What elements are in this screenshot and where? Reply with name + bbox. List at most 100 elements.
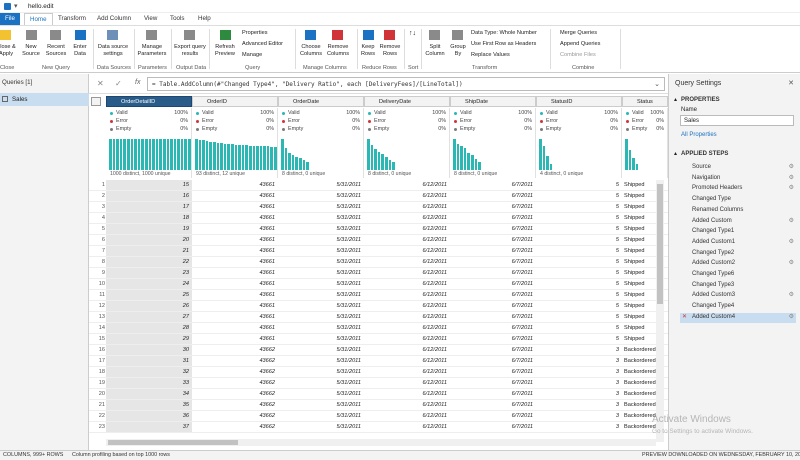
table-cell[interactable]: 6/12/2011: [364, 323, 447, 333]
table-cell[interactable]: 6/7/2011: [450, 378, 533, 388]
table-cell[interactable]: 28: [106, 323, 189, 333]
table-cell[interactable]: 5/31/2011: [278, 378, 361, 388]
table-cell[interactable]: 6/7/2011: [450, 301, 533, 311]
table-cell[interactable]: 5: [536, 312, 619, 322]
table-cell[interactable]: 6/12/2011: [364, 312, 447, 322]
table-cell[interactable]: 43662: [192, 389, 275, 399]
table-cell[interactable]: 5/31/2011: [278, 356, 361, 366]
table-cell[interactable]: Shipped: [624, 268, 645, 278]
column-header-orderdetailid[interactable]: OrderDetailID: [106, 96, 192, 107]
table-cell[interactable]: 15: [106, 180, 189, 190]
table-row[interactable]: 4 18 43661 5/31/2011 6/12/2011 6/7/2011 5 Shipp…: [89, 213, 668, 224]
table-cell[interactable]: 5/31/2011: [278, 224, 361, 234]
table-row[interactable]: 11 25 43661 5/31/2011 6/12/2011 6/7/2011 5 Ship…: [89, 290, 668, 301]
refresh-preview-button[interactable]: Refresh Preview: [210, 44, 240, 57]
table-cell[interactable]: 6/12/2011: [364, 422, 447, 432]
table-row[interactable]: 3 17 43661 5/31/2011 6/12/2011 6/7/2011 5 Shipp…: [89, 202, 668, 213]
table-row[interactable]: 15 29 43661 5/31/2011 6/12/2011 6/7/2011 5 Ship…: [89, 334, 668, 345]
append-queries-button[interactable]: Append Queries: [560, 41, 600, 48]
table-cell[interactable]: 43661: [192, 235, 275, 245]
table-cell[interactable]: 6/12/2011: [364, 268, 447, 278]
manage-parameters-button[interactable]: Manage Parameters: [134, 44, 170, 57]
step-settings-gear-icon[interactable]: ⚙: [789, 238, 794, 245]
table-cell[interactable]: 6/12/2011: [364, 367, 447, 377]
table-cell[interactable]: Backordered: [624, 411, 656, 421]
combine-files-button[interactable]: Combine Files: [560, 52, 596, 59]
table-cell[interactable]: 6/12/2011: [364, 180, 447, 190]
table-cell[interactable]: 43662: [192, 400, 275, 410]
table-cell[interactable]: Shipped: [624, 202, 645, 212]
table-cell[interactable]: Backordered: [624, 389, 656, 399]
table-cell[interactable]: Shipped: [624, 323, 645, 333]
close-apply-button[interactable]: Close & Apply: [0, 44, 16, 57]
table-cell[interactable]: 6/7/2011: [450, 279, 533, 289]
table-cell[interactable]: 3: [536, 356, 619, 366]
table-cell[interactable]: 6/7/2011: [450, 356, 533, 366]
tab-add-column[interactable]: Add Column: [97, 13, 131, 25]
table-cell[interactable]: 23: [106, 268, 189, 278]
table-cell[interactable]: 5/31/2011: [278, 312, 361, 322]
table-cell[interactable]: 6/7/2011: [450, 411, 533, 421]
table-cell[interactable]: Backordered: [624, 345, 656, 355]
step-settings-gear-icon[interactable]: ⚙: [789, 163, 794, 170]
table-cell[interactable]: 27: [106, 312, 189, 322]
applied-step[interactable]: Changed Type: [680, 195, 796, 205]
query-item-sales[interactable]: Sales: [0, 93, 89, 106]
table-cell[interactable]: 26: [106, 301, 189, 311]
remove-rows-button[interactable]: Remove Rows: [378, 44, 402, 57]
column-header-statusid[interactable]: StatusID: [536, 96, 622, 107]
table-cell[interactable]: 5/31/2011: [278, 180, 361, 190]
table-cell[interactable]: 43661: [192, 312, 275, 322]
commit-icon[interactable]: ✓: [115, 79, 122, 88]
table-cell[interactable]: 3: [536, 411, 619, 421]
table-cell[interactable]: Shipped: [624, 224, 645, 234]
table-cell[interactable]: 5/31/2011: [278, 279, 361, 289]
applied-step[interactable]: Navigation ⚙: [680, 174, 796, 184]
table-cell[interactable]: 5/31/2011: [278, 191, 361, 201]
table-cell[interactable]: 43662: [192, 367, 275, 377]
table-cell[interactable]: 43662: [192, 422, 275, 432]
table-cell[interactable]: 6/12/2011: [364, 257, 447, 267]
cancel-icon[interactable]: ✕: [97, 79, 104, 88]
table-cell[interactable]: 43661: [192, 257, 275, 267]
table-cell[interactable]: 6/12/2011: [364, 411, 447, 421]
delete-step-icon[interactable]: ✕: [682, 313, 687, 320]
first-row-headers-button[interactable]: Use First Row as Headers: [471, 41, 536, 48]
horizontal-scrollbar[interactable]: [106, 439, 656, 446]
table-cell[interactable]: 5: [536, 246, 619, 256]
table-cell[interactable]: 6/7/2011: [450, 290, 533, 300]
table-cell[interactable]: Backordered: [624, 378, 656, 388]
remove-columns-button[interactable]: Remove Columns: [324, 44, 352, 57]
table-cell[interactable]: Shipped: [624, 290, 645, 300]
table-cell[interactable]: 5/31/2011: [278, 290, 361, 300]
table-cell[interactable]: 5/31/2011: [278, 367, 361, 377]
name-input[interactable]: Sales: [680, 115, 794, 126]
table-cell[interactable]: 5: [536, 290, 619, 300]
table-cell[interactable]: 32: [106, 367, 189, 377]
column-header-status[interactable]: Status: [622, 96, 668, 107]
table-cell[interactable]: 43661: [192, 290, 275, 300]
choose-columns-button[interactable]: Choose Columns: [298, 44, 324, 57]
table-cell[interactable]: 43662: [192, 345, 275, 355]
table-cell[interactable]: Backordered: [624, 400, 656, 410]
table-cell[interactable]: 6/7/2011: [450, 224, 533, 234]
formula-input[interactable]: = Table.AddColumn(#"Changed Type4", "Del…: [147, 77, 665, 91]
table-cell[interactable]: 6/12/2011: [364, 224, 447, 234]
table-cell[interactable]: 29: [106, 334, 189, 344]
step-settings-gear-icon[interactable]: ⚙: [789, 217, 794, 224]
expand-formula-icon[interactable]: ⌄: [654, 80, 660, 88]
table-cell[interactable]: 5: [536, 257, 619, 267]
table-cell[interactable]: 6/12/2011: [364, 400, 447, 410]
table-cell[interactable]: 6/7/2011: [450, 334, 533, 344]
table-cell[interactable]: 6/12/2011: [364, 301, 447, 311]
table-cell[interactable]: Shipped: [624, 180, 645, 190]
table-row[interactable]: 16 30 43662 5/31/2011 6/12/2011 6/7/2011 3 Back…: [89, 345, 668, 356]
data-type-select[interactable]: Data Type: Whole Number: [471, 30, 537, 37]
table-cell[interactable]: 24: [106, 279, 189, 289]
table-cell[interactable]: 30: [106, 345, 189, 355]
table-cell[interactable]: 3: [536, 345, 619, 355]
table-cell[interactable]: 5/31/2011: [278, 323, 361, 333]
table-cell[interactable]: 43662: [192, 378, 275, 388]
table-cell[interactable]: 43661: [192, 279, 275, 289]
table-cell[interactable]: Backordered: [624, 356, 656, 366]
